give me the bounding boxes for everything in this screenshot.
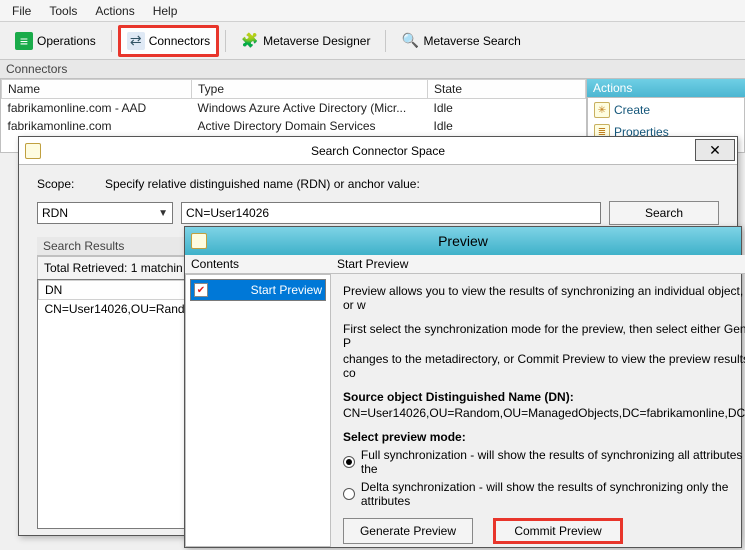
toolbar-metaverse-designer[interactable]: 🧩 Metaverse Designer: [232, 25, 379, 57]
toolbar-connectors-label: Connectors: [149, 34, 210, 48]
cell-name: fabrikamonline.com: [2, 117, 192, 135]
cell-state: Idle: [428, 99, 586, 118]
separator: [225, 30, 226, 52]
cell-type: Active Directory Domain Services: [192, 117, 428, 135]
dialog-preview: Preview Contents ✔ Start Preview Start P…: [184, 226, 742, 548]
dialog-icon: [191, 233, 207, 249]
radio-delta-sync[interactable]: Delta synchronization - will show the re…: [343, 480, 745, 508]
radio-icon: [343, 488, 355, 500]
separator: [111, 30, 112, 52]
col-name[interactable]: Name: [2, 80, 192, 99]
toolbar-metaverse-search[interactable]: 🔍 Metaverse Search: [392, 25, 529, 57]
cell-state: Idle: [428, 117, 586, 135]
col-type[interactable]: Type: [192, 80, 428, 99]
mode-label: Select preview mode:: [343, 430, 745, 444]
check-icon: ✔: [194, 283, 208, 297]
close-icon: ✕: [709, 142, 721, 159]
scope-instruction: Specify relative distinguished name (RDN…: [105, 177, 719, 191]
toolbar-connectors[interactable]: ⇄ Connectors: [118, 25, 219, 57]
connectors-icon: ⇄: [127, 32, 145, 50]
search-icon: 🔍: [401, 32, 419, 50]
dialog-titlebar: Preview: [185, 227, 741, 255]
search-button[interactable]: Search: [609, 201, 719, 225]
preview-contents-pane: Contents ✔ Start Preview: [185, 255, 331, 547]
dn-value: CN=User14026,OU=Random,OU=ManagedObjects…: [343, 406, 745, 420]
preview-intro2a: First select the synchronization mode fo…: [343, 322, 745, 350]
menu-help[interactable]: Help: [145, 2, 186, 19]
preview-detail-pane: Start Preview Preview allows you to view…: [331, 255, 745, 547]
cell-type: Windows Azure Active Directory (Micr...: [192, 99, 428, 118]
menu-actions[interactable]: Actions: [87, 2, 142, 19]
cell-name: fabrikamonline.com - AAD: [2, 99, 192, 118]
radio-full-label: Full synchronization - will show the res…: [361, 448, 745, 476]
dn-label: Source object Distinguished Name (DN):: [343, 390, 745, 404]
dialog-icon: [25, 143, 41, 159]
toolbar-operations-label: Operations: [37, 34, 96, 48]
generate-preview-button[interactable]: Generate Preview: [343, 518, 473, 544]
create-icon: ✳: [594, 102, 610, 118]
toolbar-mv-search-label: Metaverse Search: [423, 34, 520, 48]
table-row[interactable]: fabrikamonline.com Active Directory Doma…: [2, 117, 586, 135]
menu-bar: File Tools Actions Help: [0, 0, 745, 22]
toolbar: ≡ Operations ⇄ Connectors 🧩 Metaverse De…: [0, 22, 745, 60]
dialog-title-text: Search Connector Space: [311, 144, 445, 158]
menu-tools[interactable]: Tools: [41, 2, 85, 19]
toolbar-mv-designer-label: Metaverse Designer: [263, 34, 370, 48]
contents-list: ✔ Start Preview: [185, 274, 331, 547]
rdn-input[interactable]: [181, 202, 601, 224]
menu-file[interactable]: File: [4, 2, 39, 19]
dialog-title-text: Preview: [438, 233, 488, 249]
close-button[interactable]: ✕: [695, 139, 735, 161]
radio-full-sync[interactable]: Full synchronization - will show the res…: [343, 448, 745, 476]
scope-label: Scope:: [37, 177, 97, 191]
commit-preview-button[interactable]: Commit Preview: [493, 518, 623, 544]
table-row[interactable]: fabrikamonline.com - AAD Windows Azure A…: [2, 99, 586, 118]
contents-item-start-preview[interactable]: ✔ Start Preview: [190, 279, 326, 301]
separator: [385, 30, 386, 52]
chevron-down-icon: ▼: [158, 208, 168, 219]
contents-item-label: Start Preview: [251, 283, 322, 297]
radio-icon: [343, 456, 355, 468]
preview-intro2b: changes to the metadirectory, or Commit …: [343, 352, 745, 380]
actions-panel-title: Actions: [587, 79, 745, 97]
contents-header: Contents: [185, 255, 331, 274]
scope-select[interactable]: RDN ▼: [37, 202, 173, 224]
col-state[interactable]: State: [428, 80, 586, 99]
scope-value: RDN: [42, 206, 68, 220]
connectors-panel-title: Connectors: [0, 60, 745, 79]
metaverse-designer-icon: 🧩: [241, 32, 259, 50]
operations-icon: ≡: [15, 32, 33, 50]
action-create-label: Create: [614, 103, 650, 117]
start-preview-header: Start Preview: [331, 255, 745, 274]
preview-intro: Preview allows you to view the results o…: [343, 284, 745, 312]
radio-delta-label: Delta synchronization - will show the re…: [361, 480, 745, 508]
toolbar-operations[interactable]: ≡ Operations: [6, 25, 105, 57]
action-create[interactable]: ✳ Create: [594, 102, 738, 118]
dialog-titlebar: Search Connector Space ✕: [19, 137, 737, 165]
